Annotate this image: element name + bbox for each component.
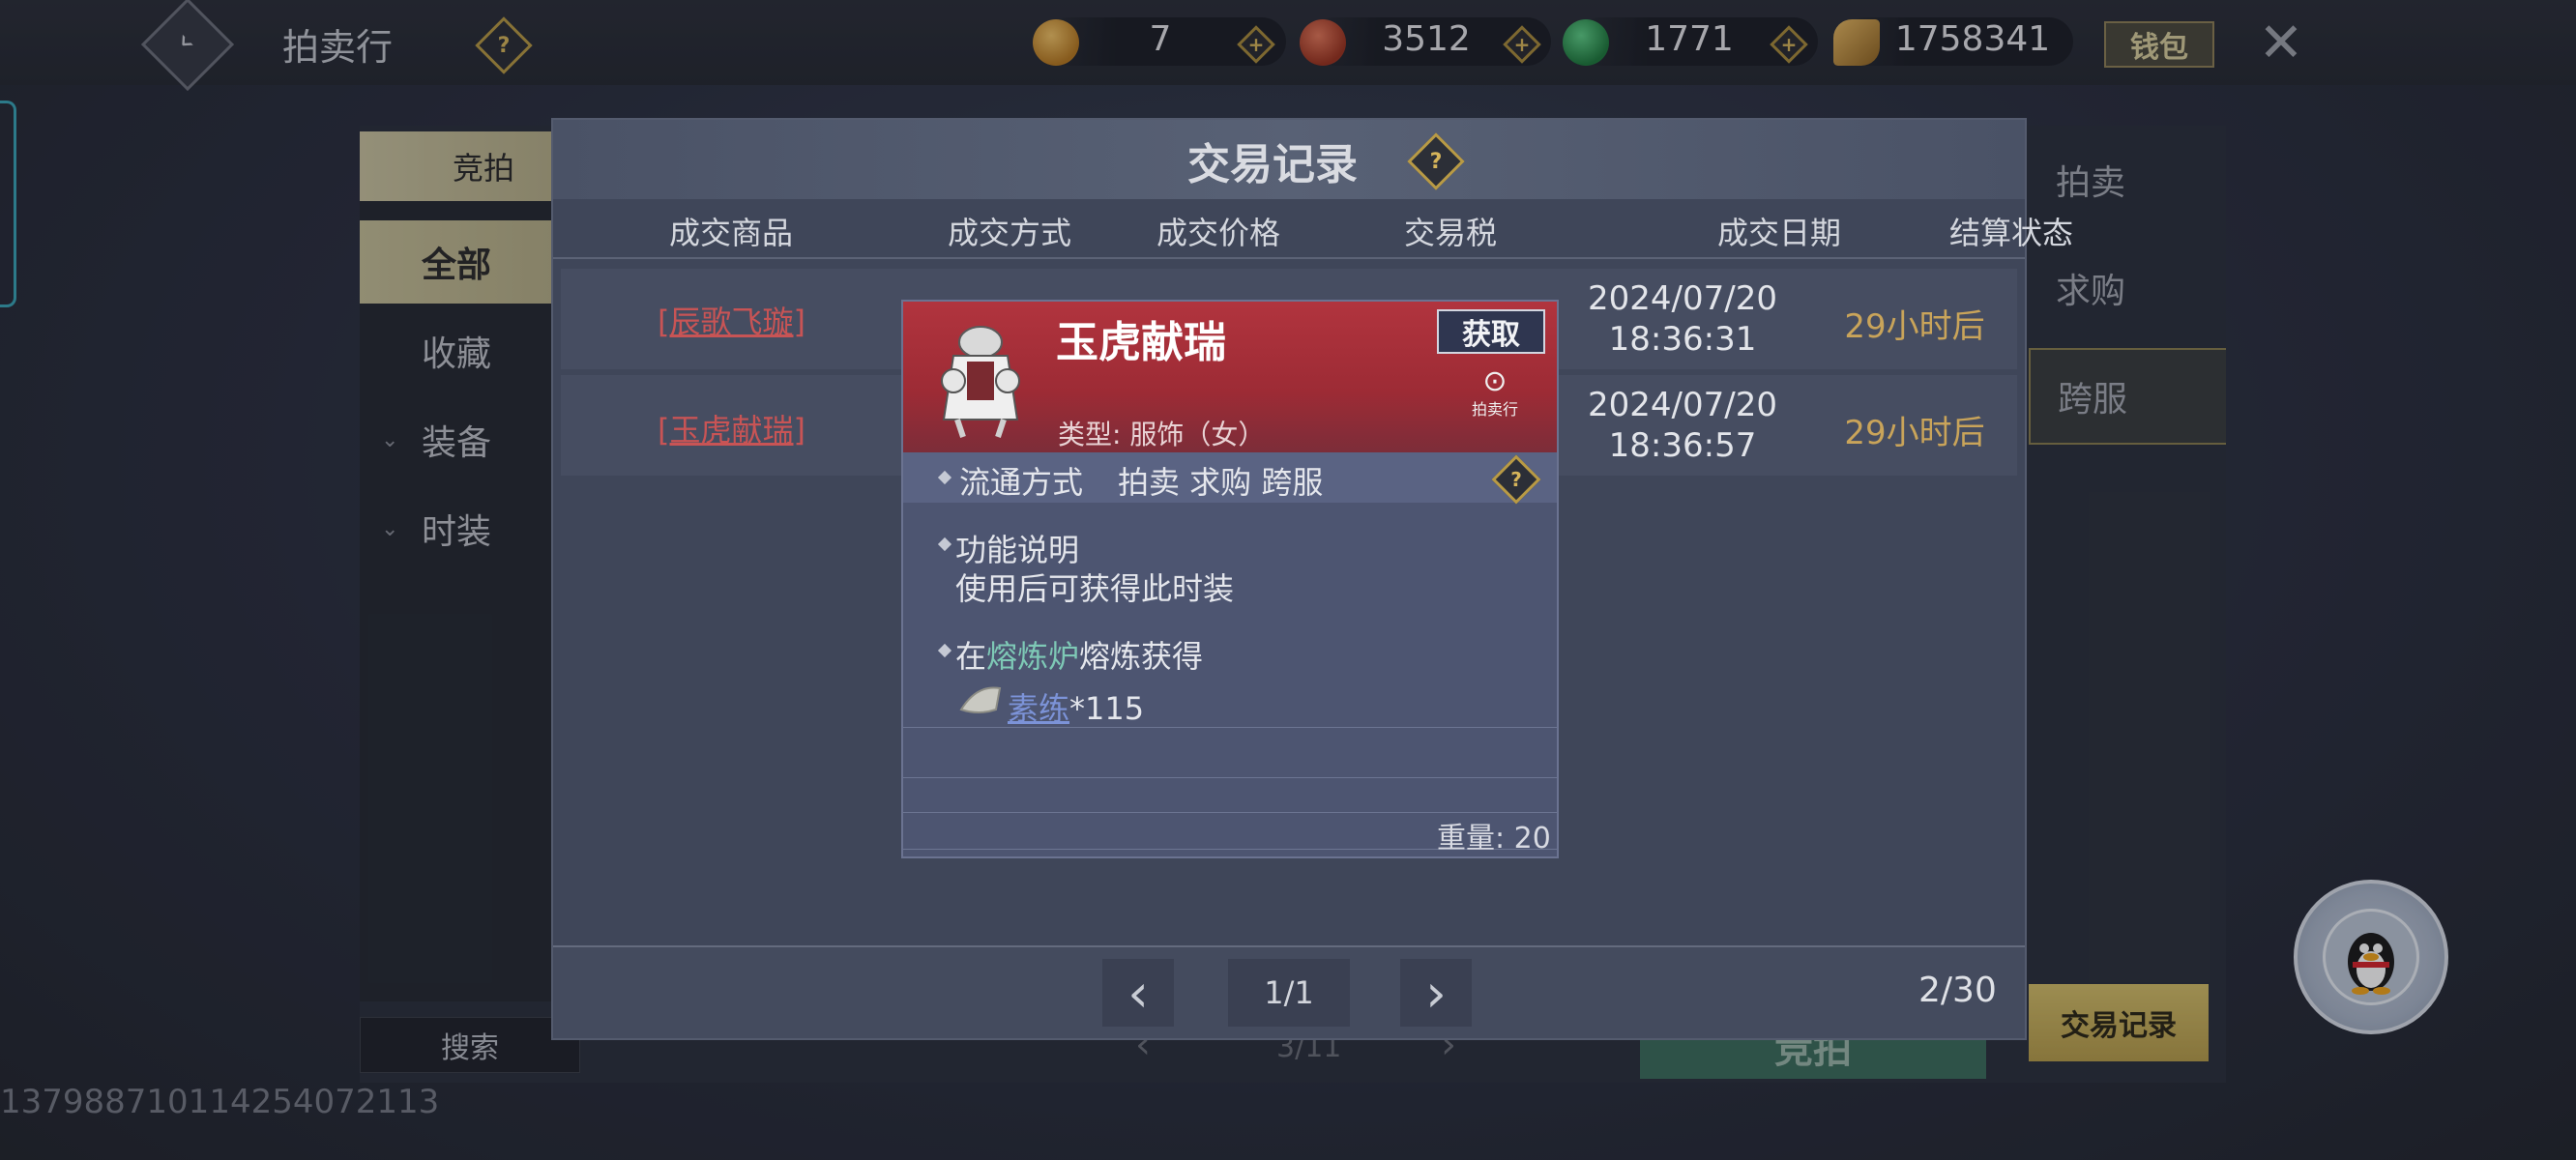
table-header: 成交商品 成交方式 成交价格 交易税 成交日期 结算状态 (553, 209, 2073, 257)
source-label: 拍卖行 (1471, 400, 1518, 419)
chevron-left-icon: ‹ (1127, 962, 1149, 1024)
column-header: 结算状态 (1948, 215, 2073, 251)
chevron-right-icon: › (1425, 962, 1447, 1024)
tooltip-divider (903, 777, 1557, 778)
auction-source-icon: ⊙ 拍卖行 (1468, 367, 1522, 425)
column-header: 成交方式 (947, 215, 1071, 251)
material-entry: 素练*115 (1008, 684, 1144, 729)
silk-material-icon (957, 681, 1004, 719)
question-mark-icon: ? (1510, 468, 1522, 491)
settlement-status: 29小时后 (1844, 414, 1985, 452)
item-weight: 重量: 20 (1437, 822, 1551, 856)
tooltip-divider (903, 812, 1557, 813)
prev-page-button[interactable]: ‹ (1102, 959, 1174, 1027)
obtain-button[interactable]: 获取 (1437, 309, 1545, 354)
material-link[interactable]: 素练 (1008, 690, 1069, 727)
material-quantity: *115 (1069, 690, 1145, 727)
circulation-values: 拍卖 求购 跨服 (1118, 464, 1324, 501)
column-header: 交易税 (1403, 215, 1497, 251)
item-name: 玉虎献瑞 (1056, 318, 1226, 367)
header-divider (553, 257, 2025, 259)
tooltip-divider (903, 727, 1557, 728)
column-header: 成交价格 (1156, 215, 1280, 251)
item-type: 类型: 服饰（女） (1058, 419, 1266, 450)
trade-datetime: 2024/07/20 18:36:31 (1566, 278, 1799, 360)
trade-time: 18:36:31 (1608, 320, 1757, 359)
record-count: 2/30 (1918, 971, 1997, 1010)
next-page-button[interactable]: › (1400, 959, 1472, 1027)
trade-date: 2024/07/20 (1588, 279, 1777, 318)
item-link[interactable]: [玉虎献瑞] (658, 406, 805, 450)
item-portrait-icon (924, 323, 1037, 439)
column-header: 成交日期 (1716, 215, 1841, 251)
smelt-source: 在熔炼炉熔炼获得 (955, 632, 1203, 677)
dialog-help-button[interactable]: ? (1407, 132, 1465, 190)
smelt-prefix: 在 (955, 638, 987, 675)
auction-emblem-icon: ⊙ (1482, 364, 1508, 398)
item-link[interactable]: [辰歌飞璇] (658, 298, 805, 342)
column-header: 成交商品 (668, 215, 793, 251)
page-indicator: 1/1 (1228, 959, 1350, 1027)
circulation-label: 流通方式 (959, 464, 1084, 501)
tooltip-help-button[interactable]: ? (1491, 454, 1541, 505)
function-description: 使用后可获得此时装 (955, 570, 1235, 607)
trade-date: 2024/07/20 (1588, 386, 1777, 424)
trade-time: 18:36:57 (1608, 426, 1757, 465)
settlement-status: 29小时后 (1844, 307, 1985, 346)
smelt-suffix: 熔炼获得 (1079, 638, 1204, 675)
trade-datetime: 2024/07/20 18:36:57 (1566, 385, 1799, 466)
smelt-place-link[interactable]: 熔炼炉 (986, 638, 1079, 675)
question-mark-icon: ? (1429, 149, 1443, 174)
dialog-title: 交易记录 (1187, 140, 1358, 189)
